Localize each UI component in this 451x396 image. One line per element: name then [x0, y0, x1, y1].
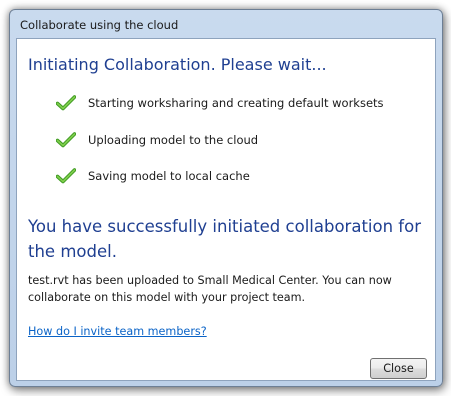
green-check-icon [56, 95, 76, 111]
collaborate-dialog: Collaborate using the cloud Initiating C… [9, 9, 443, 387]
window-title: Collaborate using the cloud [20, 18, 179, 32]
footer-divider [17, 347, 435, 348]
title-bar[interactable]: Collaborate using the cloud [10, 10, 442, 38]
main-instruction: Initiating Collaboration. Please wait... [28, 55, 327, 74]
success-heading: You have successfully initiated collabor… [28, 217, 421, 261]
step-item-saving: Saving model to local cache [56, 166, 250, 186]
green-check-icon [56, 132, 76, 148]
green-check-icon [56, 168, 76, 184]
upload-info-text: test.rvt has been uploaded to Small Medi… [28, 274, 392, 304]
step-item-worksharing: Starting worksharing and creating defaul… [56, 93, 384, 113]
invite-help-link[interactable]: How do I invite team members? [28, 325, 207, 338]
step-label: Starting worksharing and creating defaul… [88, 96, 384, 110]
step-item-uploading: Uploading model to the cloud [56, 130, 258, 150]
close-button[interactable]: Close [370, 358, 427, 379]
step-label: Uploading model to the cloud [88, 133, 259, 147]
step-label: Saving model to local cache [88, 169, 250, 183]
dialog-content: Initiating Collaboration. Please wait...… [16, 38, 436, 381]
